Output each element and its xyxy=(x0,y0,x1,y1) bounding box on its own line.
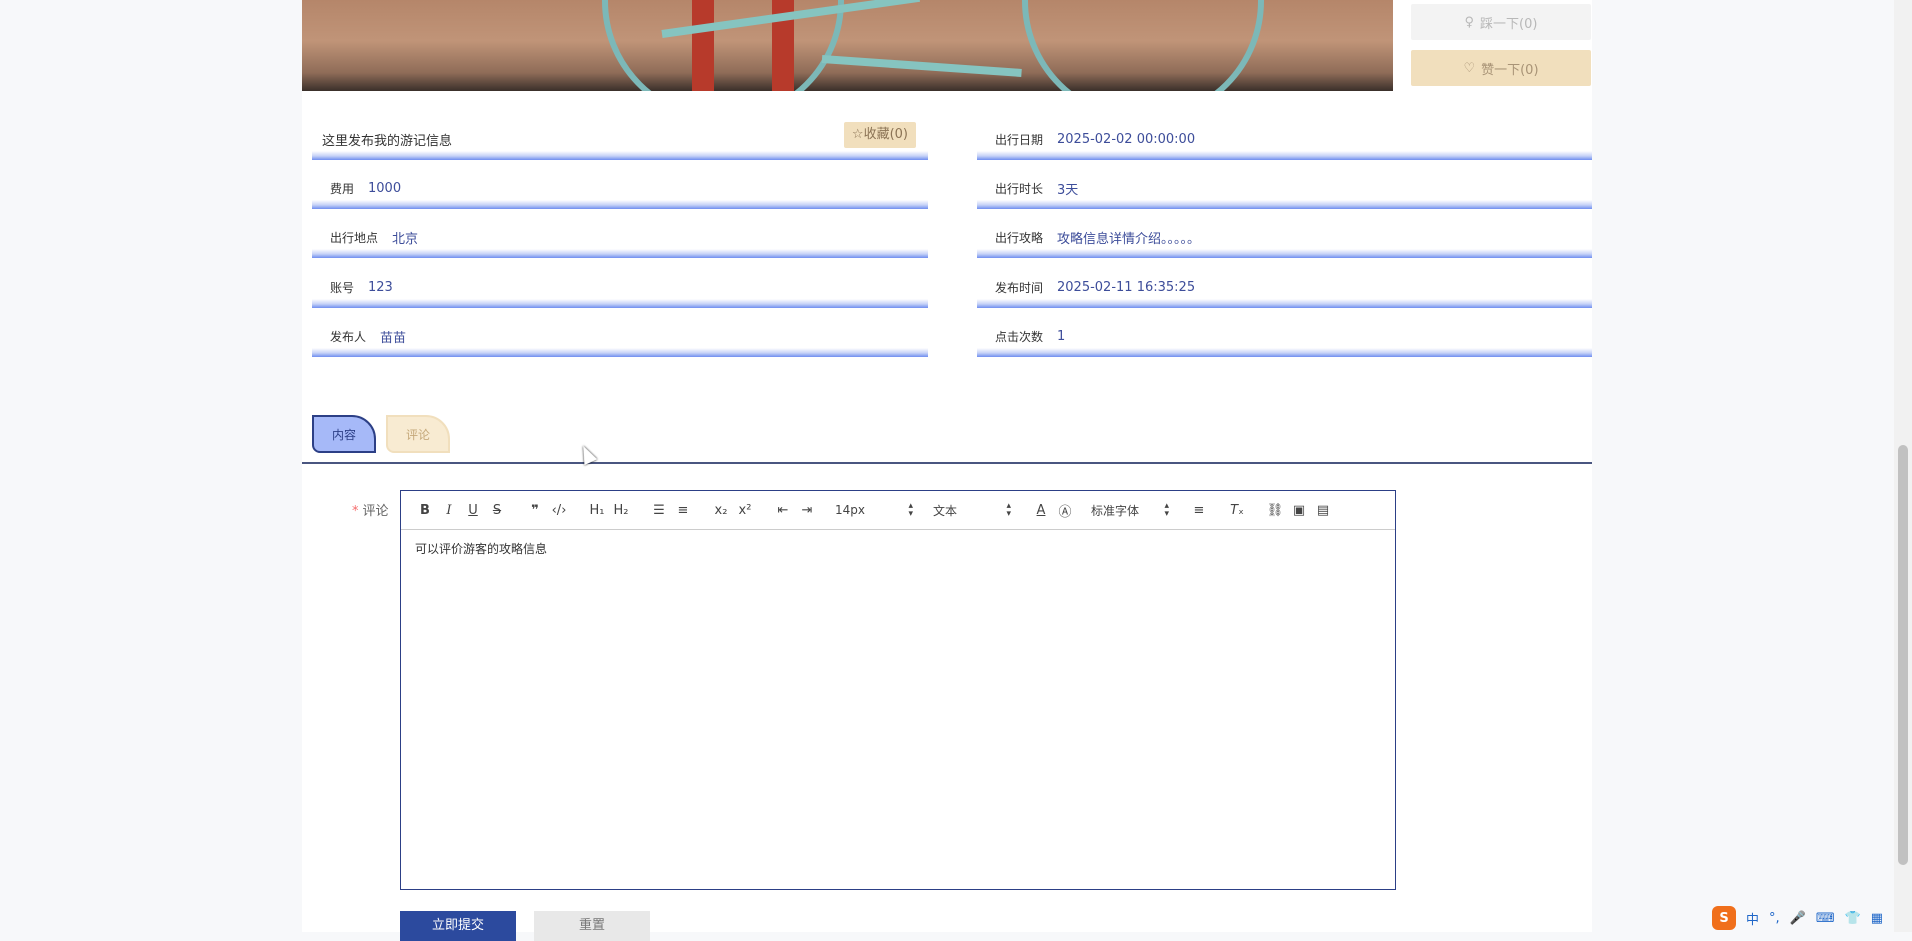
field-label: 出行地点 xyxy=(330,230,379,245)
field-row-cost: 费用 1000 xyxy=(312,167,928,209)
font-size-select[interactable]: 14px ▴ ▾ xyxy=(835,499,917,521)
field-label: 出行时长 xyxy=(995,181,1044,196)
field-row-publisher: 发布人 苗苗 xyxy=(312,315,928,357)
punctuation-icon[interactable]: °, xyxy=(1769,911,1780,926)
clear-format-icon[interactable]: Tₓ xyxy=(1225,499,1249,521)
skin-icon[interactable]: 👕 xyxy=(1845,911,1861,926)
superscript-icon[interactable]: x² xyxy=(733,499,757,521)
comment-label: * 评论 xyxy=(352,500,389,519)
select-arrows-icon: ▴ ▾ xyxy=(908,501,913,519)
subscript-icon[interactable]: x₂ xyxy=(709,499,733,521)
select-arrows-icon: ▴ ▾ xyxy=(1006,501,1011,519)
editor-content[interactable]: 可以评价游客的攻略信息 xyxy=(401,530,1395,567)
thumb-down-icon: ♀ xyxy=(1464,14,1475,30)
field-label: 发布时间 xyxy=(995,280,1044,295)
like-label: 赞一下(0) xyxy=(1481,62,1539,78)
field-value: 北京 xyxy=(392,231,419,247)
thumb-up-icon: ♡ xyxy=(1463,60,1476,76)
code-icon[interactable]: ‹/› xyxy=(547,499,571,521)
link-icon[interactable]: ⛓ xyxy=(1263,499,1287,521)
field-value: 1 xyxy=(1057,328,1066,344)
detail-title-row: 这里发布我的游记信息 ☆收藏(0) xyxy=(312,118,928,160)
background-color-icon[interactable]: Ⓐ xyxy=(1053,499,1077,521)
microphone-icon[interactable]: 🎤 xyxy=(1790,911,1806,926)
field-value: 3天 xyxy=(1057,182,1079,198)
rich-text-editor[interactable]: B I U S ❞ ‹/› H₁ H₂ ☰ ≡ x₂ x² ⇤ ⇥ 14px ▴… xyxy=(400,490,1396,890)
h2-icon[interactable]: H₂ xyxy=(609,499,633,521)
align-icon[interactable]: ≡ xyxy=(1187,499,1211,521)
underline-icon[interactable]: U xyxy=(461,499,485,521)
field-value: 123 xyxy=(368,279,393,295)
ordered-list-icon[interactable]: ☰ xyxy=(647,499,671,521)
font-family-select[interactable]: 标准字体 ▴ ▾ xyxy=(1091,499,1173,521)
italic-icon[interactable]: I xyxy=(437,499,461,521)
bold-icon[interactable]: B xyxy=(413,499,437,521)
field-value: 1000 xyxy=(368,180,402,196)
field-value: 2025-02-02 00:00:00 xyxy=(1057,131,1196,147)
field-value: 苗苗 xyxy=(380,330,407,346)
tab-comments[interactable]: 评论 xyxy=(386,415,450,453)
strike-icon[interactable]: S xyxy=(485,499,509,521)
page-content: ♀ 踩一下(0) ♡ 赞一下(0) 这里发布我的游记信息 ☆收藏(0) 费用 1… xyxy=(302,0,1592,941)
field-label: 费用 xyxy=(330,181,355,196)
field-label: 出行日期 xyxy=(995,132,1044,147)
field-row-guide: 出行攻略 攻略信息详情介绍。。。。。 xyxy=(977,216,1592,258)
outdent-icon[interactable]: ⇤ xyxy=(771,499,795,521)
image-icon[interactable]: ▣ xyxy=(1287,499,1311,521)
field-row-account: 账号 123 xyxy=(312,266,928,308)
field-label: 账号 xyxy=(330,280,355,295)
field-label: 出行攻略 xyxy=(995,230,1044,245)
submit-button[interactable]: 立即提交 xyxy=(400,911,516,941)
blockquote-icon[interactable]: ❞ xyxy=(523,499,547,521)
hero-image xyxy=(302,0,1393,91)
bullet-list-icon[interactable]: ≡ xyxy=(671,499,695,521)
dislike-label: 踩一下(0) xyxy=(1480,16,1538,32)
favorite-button[interactable]: ☆收藏(0) xyxy=(843,122,916,148)
text-style-select[interactable]: 文本 ▴ ▾ xyxy=(933,499,1015,521)
comment-label-text: 评论 xyxy=(362,504,389,519)
select-arrows-icon: ▴ ▾ xyxy=(1164,501,1169,519)
sogou-logo-icon[interactable]: S xyxy=(1712,906,1736,930)
indent-icon[interactable]: ⇥ xyxy=(795,499,819,521)
reset-button[interactable]: 重置 xyxy=(534,911,650,941)
page-scrollbar[interactable] xyxy=(1894,0,1912,932)
detail-title: 这里发布我的游记信息 xyxy=(322,133,453,149)
like-button[interactable]: ♡ 赞一下(0) xyxy=(1411,50,1591,86)
video-icon[interactable]: ▤ xyxy=(1311,499,1335,521)
field-row-travel-date: 出行日期 2025-02-02 00:00:00 xyxy=(977,118,1592,160)
font-color-icon[interactable]: A xyxy=(1029,499,1053,521)
field-row-location: 出行地点 北京 xyxy=(312,216,928,258)
h1-icon[interactable]: H₁ xyxy=(585,499,609,521)
ime-mode-label[interactable]: 中 xyxy=(1746,909,1759,928)
dislike-button[interactable]: ♀ 踩一下(0) xyxy=(1411,4,1591,40)
toolbox-icon[interactable]: ▦ xyxy=(1871,911,1883,926)
scrollbar-thumb[interactable] xyxy=(1898,445,1908,865)
ime-tray: S 中 °, 🎤 ⌨ 👕 ▦ xyxy=(1712,904,1883,932)
text-style-value: 文本 xyxy=(933,503,958,518)
tab-content[interactable]: 内容 xyxy=(312,415,376,453)
field-row-publish-time: 发布时间 2025-02-11 16:35:25 xyxy=(977,266,1592,308)
font-family-value: 标准字体 xyxy=(1091,503,1140,518)
tab-divider xyxy=(302,462,1592,464)
field-label: 点击次数 xyxy=(995,329,1044,344)
editor-toolbar: B I U S ❞ ‹/› H₁ H₂ ☰ ≡ x₂ x² ⇤ ⇥ 14px ▴… xyxy=(401,491,1395,530)
field-row-click-count: 点击次数 1 xyxy=(977,315,1592,357)
field-row-duration: 出行时长 3天 xyxy=(977,167,1592,209)
field-value: 攻略信息详情介绍。。。。。 xyxy=(1057,231,1201,247)
field-value: 2025-02-11 16:35:25 xyxy=(1057,279,1196,295)
font-size-value: 14px xyxy=(835,503,865,517)
keyboard-icon[interactable]: ⌨ xyxy=(1816,911,1835,926)
field-label: 发布人 xyxy=(330,329,367,344)
required-mark: * xyxy=(352,504,359,519)
